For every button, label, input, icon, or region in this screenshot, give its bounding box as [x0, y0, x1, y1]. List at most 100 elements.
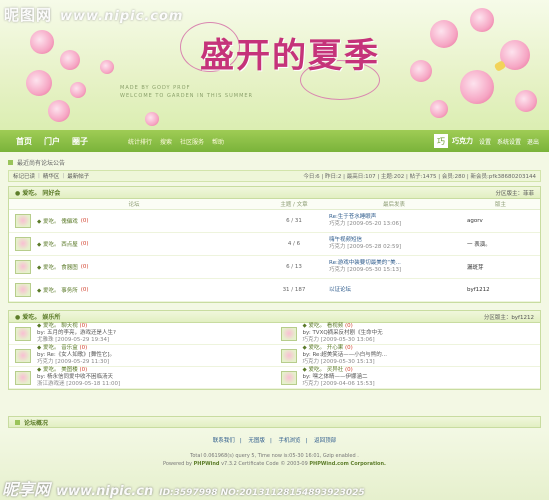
powered-by-label: Powered by — [163, 461, 193, 467]
forum-name[interactable]: ◆ 爱吃。 灵异社 — [303, 367, 345, 373]
today-count: (0) — [344, 345, 353, 351]
today-count: (0) — [344, 367, 353, 373]
forum-toolbar: 标记已读 | 精华区 | 最新帖子 今日:6 | 昨日:2 | 最高日:107 | … — [8, 170, 541, 182]
last-post-link[interactable]: 以证论坛 — [329, 287, 459, 294]
list-item: ◆ 爱吃。 开心果 (0) by: Re:超美笑话——小白与熊的... 巧克力 [2… — [274, 345, 540, 367]
watermark-bottom-url: www.nipic.cn — [56, 484, 154, 499]
watermark-url: www.nipic.com — [60, 9, 184, 24]
forum-moderator[interactable]: agorv — [459, 218, 542, 224]
today-count: (0) — [80, 241, 89, 247]
watermark-bottom-site: 昵享网 — [2, 480, 51, 499]
last-post-link[interactable]: by: Re:《女人如歌》[舞性它]。 — [37, 352, 115, 359]
announcement-icon — [8, 159, 13, 165]
last-post-link[interactable]: Re:生于苍水睡眼声 — [329, 214, 459, 221]
nav-stats[interactable]: 统计排行 — [128, 137, 152, 146]
forum-thumb-icon — [15, 260, 31, 274]
today-count: (0) — [344, 323, 353, 329]
forum-moderator[interactable]: byf1212 — [459, 287, 542, 293]
forum-name[interactable]: ◆ 爱吃。 开心果 — [303, 345, 345, 351]
topic-count: 6 / 13 — [286, 264, 302, 270]
overview-icon — [15, 419, 20, 425]
forum-name[interactable]: ◆ 爱吃。 傀儡戏 — [37, 217, 78, 225]
logout-link[interactable]: 退出 — [527, 137, 539, 146]
forum-grid: ◆ 爱吃。 聊天视 (0) by: 五月的李亮，游戏还是人生? 尤雅珠 [2009-… — [9, 323, 540, 389]
user-settings-link[interactable]: 设置 — [479, 137, 491, 146]
category-moderators: 分区版主：byf1212 — [483, 314, 534, 321]
last-post-meta: 巧克力 [2009-05-28 02:59] — [329, 244, 402, 250]
back-to-top-link[interactable]: 返回顶部 — [314, 438, 336, 444]
last-post-meta: 浙江游戏迷 [2009-05-18 11:00] — [37, 381, 121, 387]
topic-count: 4 / 6 — [287, 241, 301, 247]
phpwind-link[interactable]: PHPWind — [194, 461, 220, 467]
last-post-meta: 巧克力 [2009-05-30 15:13] — [302, 359, 375, 365]
forum-thumb-icon — [280, 348, 297, 363]
forum-thumb-icon — [15, 283, 31, 297]
forum-name[interactable]: ◆ 爱吃。 聊天视 — [37, 323, 79, 329]
category-block-1: ● 爱吃。 同好会 分区版主：菲菲 论坛 主题 / 文章 最后发表 版主 ◆ 爱… — [8, 186, 541, 303]
flower-cluster-right — [400, 0, 549, 130]
forum-moderator[interactable]: 一 表演。 — [459, 240, 542, 248]
today-count: (0) — [79, 345, 88, 351]
banner-subtitle: MADE BY GODY PROF WELCOME TO GARDEN IN T… — [120, 84, 253, 100]
last-post-link[interactable]: by: 杨永信同爱中收不困临汤天 — [37, 374, 120, 381]
last-post-link[interactable]: 嗨午视频短信 — [329, 237, 459, 244]
forum-name[interactable]: ◆ 爱吃。 看视频 — [303, 323, 345, 329]
col-topics: 主题 / 文章 — [280, 202, 308, 208]
watermark-site: 昵图网 — [4, 6, 53, 24]
nav-portal[interactable]: 门户 — [44, 136, 60, 147]
certificate-text: v7.3.2 Certificate Code © 2003-09 — [221, 461, 308, 467]
phpwind-corp-link[interactable]: PHPWind.com Corporation. — [309, 461, 386, 467]
forum-moderator[interactable]: 漏斑芽 — [459, 263, 542, 271]
user-avatar-icon[interactable]: 巧 — [433, 134, 448, 148]
list-item: ◆ 爱吃。 聊天视 (0) by: 五月的李亮，游戏还是人生? 尤雅珠 [2009-… — [9, 323, 275, 345]
forum-thumb-icon — [15, 326, 31, 341]
digest-link[interactable]: 精华区 — [43, 172, 60, 180]
category-title[interactable]: ● 爱吃。 娱乐所 — [15, 312, 60, 321]
flower-icon — [145, 112, 159, 126]
nav-circle[interactable]: 圈子 — [72, 136, 88, 147]
banner-title: 盛开的夏季 — [200, 36, 380, 76]
list-item: ◆ 爱吃。 看视频 (0) by: TVXQ摘采反村剧《生命中无 巧克力 [2009… — [274, 323, 540, 345]
last-post-meta: 巧克力 [2009-05-29 11:30] — [37, 359, 110, 365]
today-count: (0) — [80, 218, 89, 224]
category-header: ● 爱吃。 同好会 分区版主：菲菲 — [9, 187, 540, 199]
forum-thumb-icon — [280, 370, 297, 385]
nav-search[interactable]: 搜索 — [160, 137, 172, 146]
user-name[interactable]: 巧克力 — [452, 136, 473, 146]
table-row: ◆ 爱吃。 食器图 (0) 6 / 13 Re:游戏中装要切最美的“美... 巧克力… — [9, 256, 540, 279]
last-post-link[interactable]: by: TVXQ摘采反村剧《生命中无 — [303, 330, 383, 337]
mobile-link[interactable]: 手机浏览 — [279, 438, 301, 444]
category-title[interactable]: ● 爱吃。 同好会 — [15, 188, 60, 197]
forum-overview-title[interactable]: 论坛概况 — [24, 418, 48, 427]
category-moderators: 分区版主：菲菲 — [495, 190, 534, 197]
forum-name[interactable]: ◆ 爱吃。 食器图 — [37, 263, 78, 271]
last-post-link[interactable]: Re:游戏中装要切最美的“美... — [329, 260, 459, 267]
nav-home[interactable]: 首页 — [16, 136, 32, 147]
last-post-meta: 巧克力 [2009-05-20 13:06] — [329, 221, 402, 227]
no-image-link[interactable]: 无图版 — [248, 438, 265, 444]
announcement-bar: 最近尚有论坛公告 — [8, 156, 541, 168]
forum-thumb-icon — [15, 214, 31, 228]
watermark-bottom-id: ID:3597998 NO:20131128154893923025 — [159, 488, 365, 498]
forum-name[interactable]: ◆ 爱吃。 西点屋 — [37, 240, 78, 248]
forum-name[interactable]: ◆ 爱吃。 音乐盒 — [37, 345, 79, 351]
last-post-link[interactable]: by: Re:超美笑话——小白与熊的... — [303, 352, 388, 359]
last-post-link[interactable]: by: 嘿之体睛——伊娜涵二 — [303, 374, 375, 381]
footer-powered: Powered by PHPWind v7.3.2 Certificate Co… — [0, 460, 549, 468]
today-count: (0) — [80, 287, 89, 293]
last-post-link[interactable]: by: 五月的李亮，游戏还是人生? — [37, 330, 116, 337]
nav-community-service[interactable]: 社区服务 — [180, 137, 204, 146]
new-posts-link[interactable]: 最新帖子 — [67, 172, 89, 180]
system-settings-link[interactable]: 系统设置 — [497, 137, 521, 146]
column-headers: 论坛 主题 / 文章 最后发表 版主 — [9, 199, 540, 210]
mark-read-link[interactable]: 标记已读 — [13, 172, 35, 180]
nav-help[interactable]: 帮助 — [212, 137, 224, 146]
footer-links: 联系我们 | 无图版 | 手机浏览 | 返回顶部 — [212, 438, 337, 444]
forum-thumb-icon — [280, 326, 297, 341]
forum-name[interactable]: ◆ 爱吃。 事务所 — [37, 286, 78, 294]
contact-link[interactable]: 联系我们 — [213, 438, 235, 444]
forum-name[interactable]: ◆ 爱吃。 美图楼 — [37, 367, 79, 373]
table-row: ◆ 爱吃。 傀儡戏 (0) 6 / 31 Re:生于苍水睡眼声 巧克力 [2009-… — [9, 210, 540, 233]
announcement-text[interactable]: 最近尚有论坛公告 — [17, 158, 65, 167]
category-block-2: ● 爱吃。 娱乐所 分区版主：byf1212 ◆ 爱吃。 聊天视 (0) by: … — [8, 310, 541, 390]
